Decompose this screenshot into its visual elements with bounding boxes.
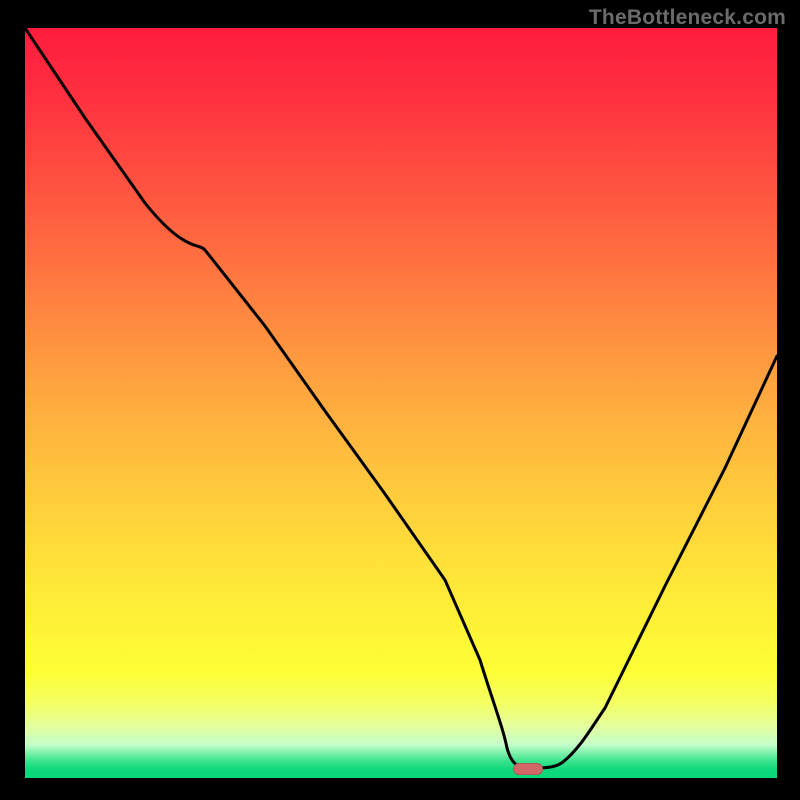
plot-inner [25,28,777,778]
target-marker [513,763,543,775]
chart-stage: TheBottleneck.com [0,0,800,800]
plot-area [25,28,777,778]
bottleneck-curve [25,28,777,778]
watermark-text: TheBottleneck.com [589,6,786,30]
